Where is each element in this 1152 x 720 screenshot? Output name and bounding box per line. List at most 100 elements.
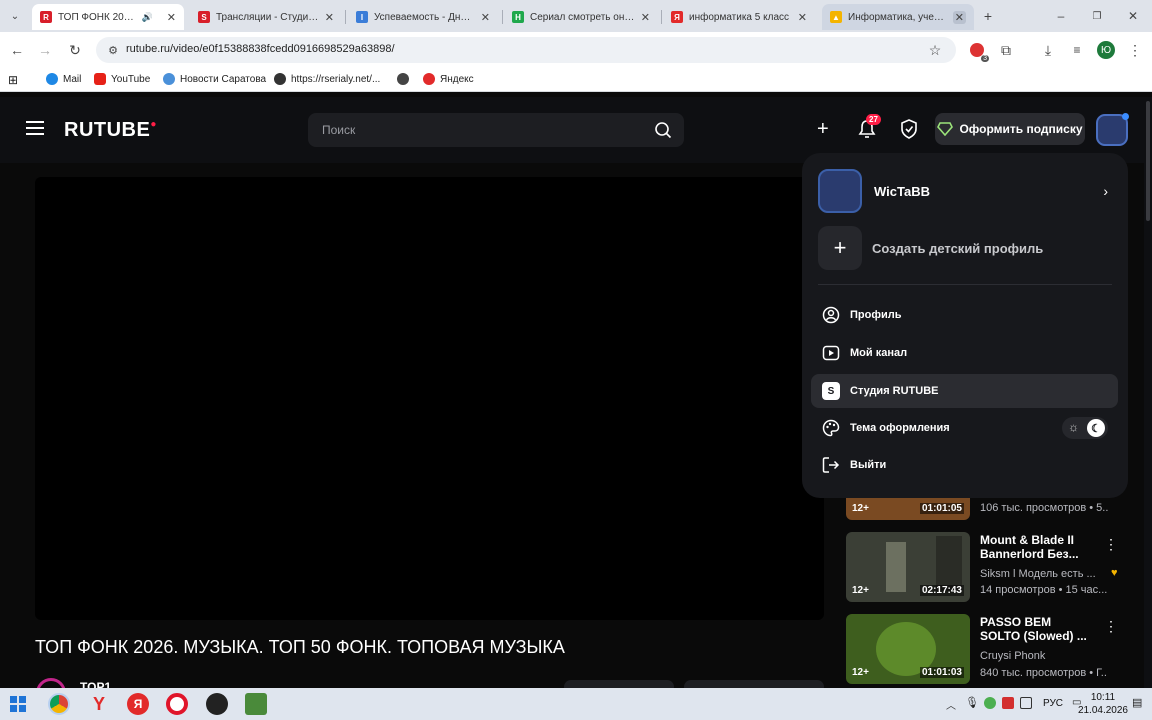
tab-close-icon[interactable]: ✕ — [481, 11, 490, 24]
recommended-video[interactable]: 12+ 01:01:05 106 тыс. просмотров • 5.. — [846, 490, 1136, 525]
chevron-right-icon: › — [1103, 183, 1108, 199]
age-rating: 12+ — [852, 667, 869, 678]
sun-icon[interactable]: ☼ — [1068, 420, 1079, 434]
app-taskbar-icon[interactable] — [206, 693, 228, 715]
menu-user-avatar — [818, 169, 862, 213]
notifications-tray-icon[interactable]: ▤ — [1132, 696, 1142, 709]
bookmark-yandex[interactable]: Яндекс — [423, 73, 474, 85]
subscribe-button[interactable]: Оформить подписку — [935, 113, 1085, 145]
profile-avatar[interactable]: Ю — [1097, 41, 1115, 59]
shield-button[interactable] — [900, 119, 918, 144]
url-field[interactable]: ⚙ rutube.ru/video/e0f15388838fcedd091669… — [96, 37, 956, 63]
apps-grid-icon[interactable]: ⊞ — [8, 73, 18, 87]
opera-taskbar-icon[interactable] — [166, 693, 188, 715]
monitor-icon[interactable] — [1020, 697, 1032, 709]
tab-studio[interactable]: S Трансляции - Студия R ✕ — [190, 4, 342, 30]
speaker-icon[interactable]: 🔊 — [142, 12, 153, 23]
tab-close-icon[interactable]: ✕ — [641, 11, 650, 24]
extensions-puzzle-icon[interactable]: ⧉ — [997, 41, 1015, 59]
clock-time: 10:11 — [1090, 692, 1116, 703]
new-tab-icon[interactable]: + — [979, 7, 997, 25]
theme-toggle[interactable]: ☼ ☾ — [1062, 417, 1108, 439]
video-channel[interactable]: Cruysi Phonk — [980, 650, 1045, 662]
bookmark-youtube[interactable]: YouTube — [94, 73, 150, 85]
video-thumbnail[interactable]: 12+ 01:01:03 — [846, 614, 970, 684]
minimize-icon[interactable]: – — [1052, 7, 1070, 25]
video-title[interactable]: Mount & Blade II Bannerlord Без... — [980, 533, 1092, 561]
windows-start-icon[interactable] — [10, 696, 26, 712]
window-close-icon[interactable]: ✕ — [1124, 7, 1142, 25]
notifications-button[interactable]: 27 — [858, 114, 881, 144]
add-upload-icon[interactable]: + — [817, 119, 829, 139]
taskbar-clock[interactable]: 10:11 21.04.2026 — [1078, 691, 1128, 717]
tray-app-icon[interactable] — [1002, 697, 1014, 709]
taskbar: Y Я ︿ 🎙 РУС ▭ 10:11 21.04.2026 ▤ — [0, 688, 1152, 720]
tab-search-chevron-icon[interactable]: ⌄ — [6, 7, 24, 25]
tab-title: ТОП ФОНК 2026. М — [58, 11, 136, 23]
page-scrollbar[interactable] — [1144, 97, 1152, 688]
create-kid-profile-button[interactable]: + Создать детский профиль — [818, 226, 1114, 270]
back-icon[interactable]: ← — [8, 41, 26, 59]
online-dot — [1122, 113, 1129, 120]
tab-informatika-search[interactable]: Я информатика 5 класс ✕ — [663, 4, 815, 30]
tab-close-icon[interactable]: ✕ — [798, 11, 807, 24]
bookmark-star-icon[interactable]: ☆ — [926, 41, 944, 59]
bookmark-mail[interactable]: Mail — [46, 73, 81, 85]
minecraft-taskbar-icon[interactable] — [245, 693, 267, 715]
site-info-icon[interactable]: ⚙ — [104, 41, 122, 59]
keyboard-language[interactable]: РУС — [1043, 698, 1063, 709]
search-icon[interactable] — [654, 121, 672, 139]
menu-item-theme[interactable]: Тема оформления ☼ ☾ — [811, 411, 1118, 445]
restore-icon[interactable]: ❐ — [1088, 7, 1106, 25]
yandex-taskbar-icon[interactable]: Я — [127, 693, 149, 715]
more-options-icon[interactable]: ⋮ — [1104, 618, 1118, 635]
bookmark-rserialy[interactable]: https://rserialy.net/... — [274, 73, 380, 85]
bookmark-saratov-news[interactable]: Новости Саратова — [163, 73, 266, 85]
bookmark-unnamed[interactable] — [397, 73, 414, 85]
drive-favicon-icon: ▲ — [830, 11, 842, 23]
menu-item-label: Мой канал — [850, 347, 908, 359]
microphone-icon[interactable]: 🎙 — [965, 696, 979, 709]
user-avatar[interactable] — [1096, 113, 1129, 146]
browser-menu-icon[interactable]: ⋮ — [1126, 41, 1144, 59]
scrollbar-thumb[interactable] — [1146, 101, 1150, 221]
tab-informatika-book[interactable]: ▲ Информатика, учебни ✕ — [822, 4, 974, 30]
rutube-logo[interactable]: RUTUBE● — [64, 119, 157, 142]
youtube-icon — [94, 73, 106, 85]
search-input[interactable]: Поиск — [308, 113, 684, 147]
tab-rutube-video[interactable]: R ТОП ФОНК 2026. М 🔊 ✕ — [32, 4, 184, 30]
hamburger-menu-icon[interactable] — [26, 121, 44, 135]
video-player[interactable] — [35, 177, 824, 620]
recommended-video[interactable]: 12+ 02:17:43 Mount & Blade II Bannerlord… — [846, 532, 1136, 602]
tab-series[interactable]: H Сериал смотреть онла ✕ — [504, 4, 658, 30]
globe-icon — [397, 73, 409, 85]
tray-app-icon[interactable] — [984, 697, 996, 709]
menu-user-row[interactable]: WicTaBB › — [818, 168, 1114, 214]
menu-item-logout[interactable]: Выйти — [811, 448, 1118, 482]
user-icon — [821, 305, 841, 325]
chrome-taskbar-icon[interactable] — [48, 693, 70, 715]
tab-close-icon[interactable]: ✕ — [167, 11, 176, 24]
tray-chevron-icon[interactable]: ︿ — [946, 697, 956, 712]
video-channel[interactable]: Siksm l Модель есть ... — [980, 568, 1096, 580]
recommended-video[interactable]: 12+ 01:01:03 PASSO BEM SOLTO (Slowed) ..… — [846, 614, 1136, 684]
video-meta: 106 тыс. просмотров • 5.. — [980, 502, 1109, 514]
video-thumbnail[interactable]: 12+ 02:17:43 — [846, 532, 970, 602]
forward-icon[interactable]: → — [36, 41, 54, 59]
extension-icon[interactable]: 3 — [968, 41, 989, 62]
tab-title: Трансляции - Студия R — [216, 11, 319, 23]
tab-close-icon[interactable]: ✕ — [952, 10, 966, 24]
tab-close-icon[interactable]: ✕ — [325, 11, 334, 24]
menu-item-my-channel[interactable]: Мой канал — [811, 336, 1118, 370]
video-duration: 01:01:03 — [919, 667, 964, 678]
yandex-browser-taskbar-icon[interactable]: Y — [88, 693, 110, 715]
reload-icon[interactable]: ↻ — [66, 41, 84, 59]
tab-diary[interactable]: I Успеваемость - Дневн ✕ — [348, 4, 498, 30]
download-icon[interactable]: ⤓ — [1039, 41, 1057, 59]
moon-icon[interactable]: ☾ — [1087, 419, 1105, 437]
video-title[interactable]: PASSO BEM SOLTO (Slowed) ... — [980, 615, 1092, 643]
menu-item-profile[interactable]: Профиль — [811, 298, 1118, 332]
menu-item-studio[interactable]: S Студия RUTUBE — [811, 374, 1118, 408]
more-options-icon[interactable]: ⋮ — [1104, 536, 1118, 553]
media-control-icon[interactable]: ≡ — [1068, 41, 1086, 59]
